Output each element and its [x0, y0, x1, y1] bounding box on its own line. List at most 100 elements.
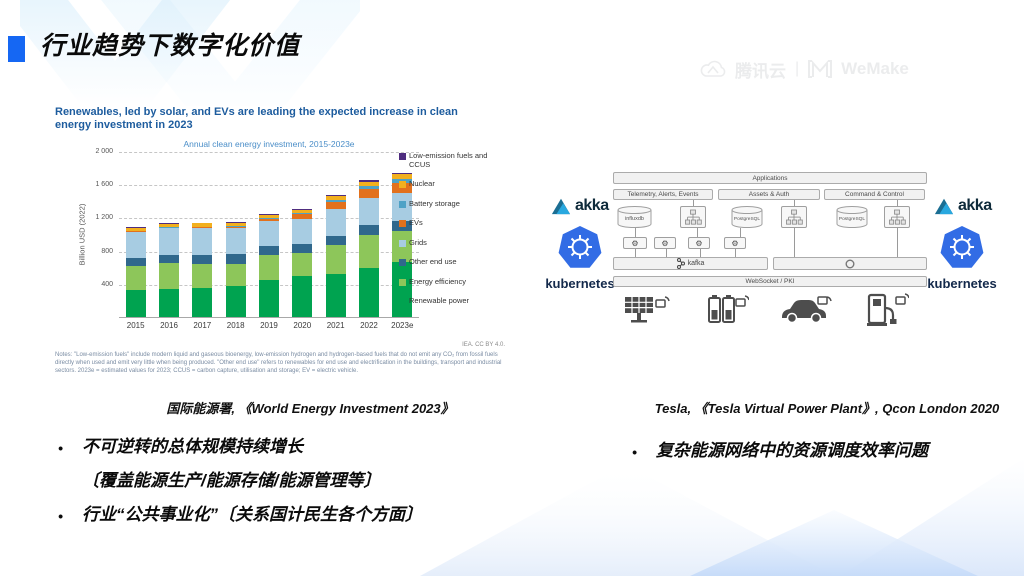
- akka-logo-left: akka: [550, 196, 609, 216]
- x-tick-label: 2018: [226, 321, 245, 330]
- bar-segment: [259, 221, 279, 247]
- signal-icon: [735, 295, 750, 307]
- bar-segment: [359, 267, 379, 317]
- akka-icon: [551, 198, 571, 215]
- x-tick-label: 2019: [260, 321, 278, 330]
- gear-icon: ⚙: [731, 238, 739, 248]
- legend-swatch: [399, 220, 406, 228]
- bar-segment: [159, 228, 179, 255]
- bullet-item: • 行业“公共事业化”〔关系国计民生各个方面〕: [58, 504, 538, 527]
- bullet-marker: •: [58, 507, 63, 524]
- bar-segment: [325, 209, 346, 237]
- stacked-bar-2019: [259, 213, 279, 317]
- connector-line: [897, 228, 898, 257]
- x-tick-label: 2022: [360, 321, 378, 330]
- legend-label: Renewable power: [409, 296, 470, 306]
- legend-swatch: [399, 298, 406, 306]
- chart-headline: Renewables, led by solar, and EVs are le…: [55, 106, 458, 132]
- ev-charger-icon: [865, 292, 910, 333]
- bullet-text: 不可逆转的总体规模持续增长: [82, 437, 303, 456]
- influxdb-label: influxdb: [625, 216, 644, 222]
- bar-segment: [292, 218, 313, 244]
- gear-icon: ⚙: [631, 238, 639, 248]
- stacked-bar-2017: [192, 222, 213, 317]
- legend-item: EVs: [399, 219, 505, 228]
- bar-segment: [125, 289, 146, 317]
- legend-swatch: [399, 181, 406, 189]
- akka-cluster-box: [781, 206, 807, 228]
- kubernetes-label-left: kubernetes: [545, 276, 615, 291]
- bar-segment: [192, 263, 213, 288]
- connector-line: [693, 200, 694, 206]
- bar-segment: [359, 198, 379, 226]
- legend-swatch: [399, 200, 406, 208]
- bar-segment: [292, 244, 313, 253]
- websocket-pki-bar: WebSocket / PKI: [613, 276, 927, 287]
- legend-swatch: [399, 259, 406, 267]
- bar-segment: [259, 255, 279, 280]
- connector-line: [635, 249, 636, 257]
- x-tick-label: 2021: [326, 321, 345, 330]
- legend-label: Other end use: [409, 257, 457, 267]
- bar-segment: [292, 252, 313, 277]
- connector-line: [735, 249, 736, 257]
- signal-icon: [655, 296, 670, 308]
- legend-item: Nuclear: [399, 180, 505, 189]
- akka-cluster-box: [680, 206, 706, 228]
- kafka-bar: kafka: [613, 257, 768, 270]
- stacked-bar-2022: [359, 180, 379, 317]
- bullet-marker: •: [632, 444, 637, 460]
- postgresql-cylinder: PostgreSQL: [836, 206, 868, 228]
- bar-segment: [325, 202, 346, 210]
- chart-legend: Low-emission fuels and CCUS Nuclear Batter…: [399, 151, 505, 306]
- akka-label: akka: [575, 197, 609, 214]
- connector-line: [635, 228, 636, 237]
- bullet-item: • 不可逆转的总体规模持续增长: [58, 436, 538, 459]
- service-gear-box: ⚙: [724, 237, 746, 249]
- bullet-text: 复杂能源网络中的资源调度效率问题: [656, 441, 928, 460]
- connector-line: [700, 249, 701, 257]
- legend-item: Renewable power: [399, 297, 505, 306]
- brand-divider: |: [795, 60, 800, 77]
- http-bar: [773, 257, 927, 270]
- connector-line: [794, 228, 795, 257]
- akka-label: akka: [958, 197, 992, 214]
- gear-icon: ⚙: [695, 238, 703, 248]
- chart-notes: Notes: "Low-emission fuels" include mode…: [55, 352, 502, 374]
- y-tick-label: 2 000: [95, 148, 113, 155]
- bar-segment: [259, 279, 279, 317]
- x-tick-label: 2023e: [391, 321, 414, 330]
- influxdb-cylinder: influxdb: [617, 206, 652, 228]
- kubernetes-icon-left: [558, 226, 602, 268]
- bar-segment: [325, 236, 346, 245]
- bar-segment: [192, 227, 213, 256]
- bar-segment: [359, 225, 379, 235]
- cluster-icon: [786, 209, 803, 225]
- bar-segment: [192, 255, 213, 264]
- legend-item: Energy efficiency: [399, 277, 505, 287]
- chart-x-labels: 2015 2016 2017 2018 2019 2020 2021 2022 2023e: [119, 321, 419, 330]
- legend-label: Low-emission fuels and CCUS: [409, 151, 488, 169]
- stacked-bar-2020: [292, 208, 313, 317]
- bullet-list-right: • 复杂能源网络中的资源调度效率问题: [632, 440, 1012, 474]
- kafka-label: kafka: [687, 260, 705, 267]
- legend-swatch: [399, 239, 406, 247]
- bar-segment: [359, 234, 379, 268]
- bar-segment: [225, 254, 246, 264]
- legend-item: Battery storage: [399, 199, 505, 209]
- y-tick-label: 1 200: [95, 214, 113, 222]
- bar-segment: [125, 258, 146, 267]
- stacked-bar-2021: [325, 195, 346, 317]
- tencent-cloud-label: 腾讯云: [735, 61, 786, 81]
- gear-icon: ⚙: [661, 238, 669, 248]
- diagram-caption: Tesla, 《Tesla Virtual Power Plant》, Qcon…: [654, 401, 1000, 416]
- akka-logo-right: akka: [933, 196, 992, 216]
- connector-line: [897, 200, 898, 206]
- postgresql-label: PostgreSQL: [839, 216, 865, 222]
- bar-segment: [325, 244, 346, 275]
- x-tick-label: 2017: [193, 321, 212, 330]
- x-tick-label: 2016: [160, 321, 178, 330]
- legend-label: EVs: [409, 218, 423, 228]
- title-marker: [8, 36, 25, 62]
- x-tick-label: 2020: [293, 321, 312, 330]
